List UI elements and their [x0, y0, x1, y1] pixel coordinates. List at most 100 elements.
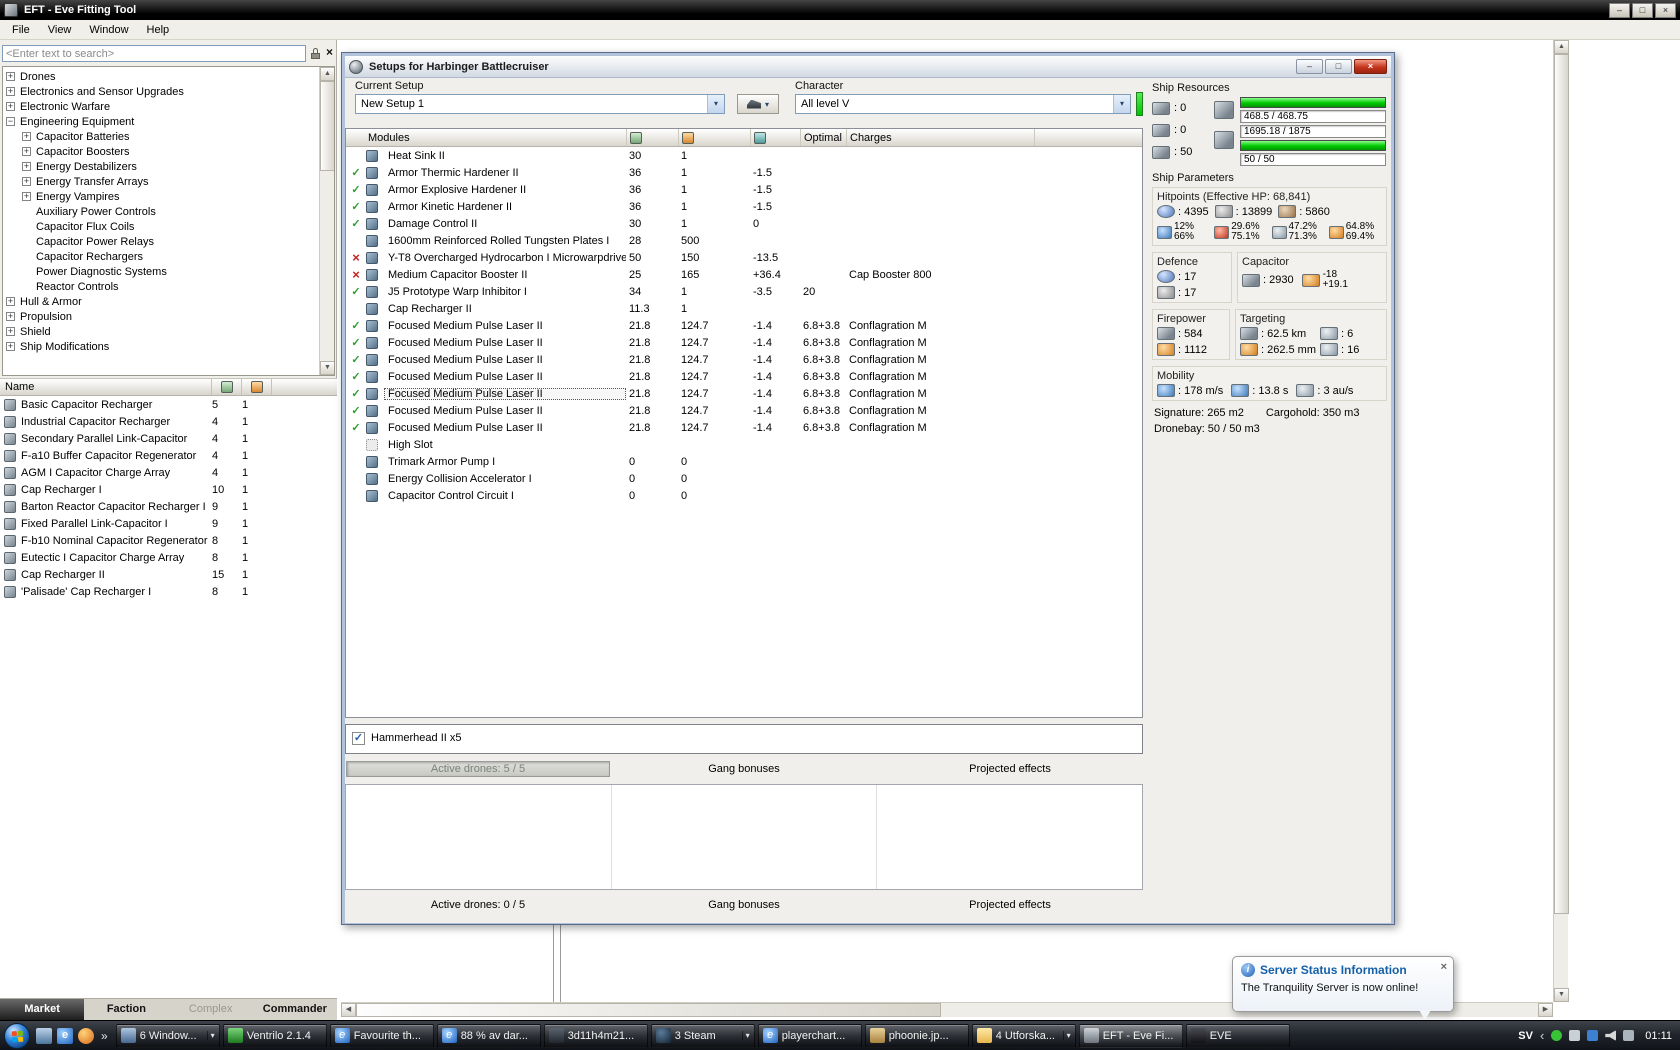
search-input[interactable] — [2, 45, 306, 62]
tree-toggle-icon[interactable] — [22, 192, 31, 201]
taskbar-button[interactable]: 6 Window... ▾ — [115, 1023, 220, 1048]
result-row[interactable]: Cap Recharger II 15 1 — [0, 566, 337, 583]
module-row[interactable]: Focused Medium Pulse Laser II 21.8 124.7… — [346, 402, 1142, 419]
quicklaunch-overflow-icon[interactable]: » — [101, 1029, 108, 1043]
setup-close-button[interactable]: × — [1354, 59, 1387, 74]
result-row[interactable]: AGM I Capacitor Charge Array 4 1 — [0, 464, 337, 481]
result-row[interactable]: Secondary Parallel Link-Capacitor 4 1 — [0, 430, 337, 447]
search-close-icon[interactable]: × — [323, 45, 336, 60]
tree-item[interactable]: Capacitor Power Relays — [3, 234, 318, 249]
result-row[interactable]: Eutectic I Capacitor Charge Array 8 1 — [0, 549, 337, 566]
tree-item[interactable]: Auxiliary Power Controls — [3, 204, 318, 219]
tree-toggle-icon[interactable] — [6, 117, 15, 126]
tree-toggle-icon[interactable] — [6, 297, 15, 306]
menu-item[interactable]: Window — [80, 22, 137, 38]
module-row[interactable]: 1600mm Reinforced Rolled Tungsten Plates… — [346, 232, 1142, 249]
volume-icon[interactable] — [1605, 1030, 1617, 1041]
taskbar-button[interactable]: Ventrilo 2.1.4 ▾ — [222, 1023, 327, 1048]
scroll-down-icon[interactable]: ▼ — [320, 361, 334, 375]
tree-item[interactable]: Power Diagnostic Systems — [3, 264, 318, 279]
result-row[interactable]: F-a10 Buffer Capacitor Regenerator 4 1 — [0, 447, 337, 464]
tree-toggle-icon[interactable] — [6, 102, 15, 111]
result-row[interactable]: Cap Recharger I 10 1 — [0, 481, 337, 498]
tree-item[interactable]: Drones — [3, 69, 318, 84]
setup-window-titlebar[interactable]: Setups for Harbinger Battlecruiser – □ × — [345, 56, 1391, 78]
tray-messenger-icon[interactable] — [1569, 1030, 1581, 1041]
balloon-close-icon[interactable]: × — [1441, 961, 1447, 973]
tree-item[interactable]: Reactor Controls — [3, 279, 318, 294]
tree-toggle-icon[interactable] — [22, 132, 31, 141]
setup-minimize-button[interactable]: – — [1296, 59, 1323, 74]
module-row[interactable]: Armor Explosive Hardener II 36 1 -1.5 — [346, 181, 1142, 198]
tree-item[interactable]: Energy Vampires — [3, 189, 318, 204]
tree-toggle-icon[interactable] — [22, 147, 31, 156]
tree-item[interactable]: Capacitor Rechargers — [3, 249, 318, 264]
group-expand-icon[interactable]: ▾ — [741, 1031, 750, 1040]
module-row[interactable]: Focused Medium Pulse Laser II 21.8 124.7… — [346, 419, 1142, 436]
drone-row[interactable]: Hammerhead II x5 — [346, 729, 1142, 747]
taskbar-button[interactable]: Favourite th... ▾ — [329, 1023, 434, 1048]
module-row[interactable]: High Slot — [346, 436, 1142, 453]
horizontal-scrollbar-thumb[interactable] — [356, 1003, 941, 1017]
capacitor-column-header[interactable] — [750, 129, 800, 146]
tree-item[interactable]: Energy Transfer Arrays — [3, 174, 318, 189]
tray-collapse-icon[interactable]: ‹ — [1540, 1028, 1544, 1043]
tree-toggle-icon[interactable] — [6, 327, 15, 336]
taskbar-button[interactable]: phoonie.jp... ▾ — [864, 1023, 969, 1048]
taskbar-button[interactable]: 3d11h4m21... ▾ — [543, 1023, 648, 1048]
gang-bonuses-panel[interactable] — [612, 785, 878, 889]
menu-item[interactable]: Help — [138, 22, 179, 38]
group-expand-icon[interactable]: ▾ — [206, 1031, 215, 1040]
result-row[interactable]: Industrial Capacitor Recharger 4 1 — [0, 413, 337, 430]
tree-item[interactable]: Electronic Warfare — [3, 99, 318, 114]
current-setup-select[interactable]: New Setup 1 ▾ — [355, 94, 725, 114]
powergrid-column-header[interactable] — [678, 129, 750, 146]
active-drones-panel[interactable] — [346, 785, 612, 889]
modules-column-header[interactable]: Modules — [346, 132, 626, 144]
group-expand-icon[interactable]: ▾ — [1062, 1031, 1071, 1040]
module-row[interactable]: J5 Prototype Warp Inhibitor I 34 1 -3.5 … — [346, 283, 1142, 300]
tree-toggle-icon[interactable] — [6, 72, 15, 81]
menu-item[interactable]: File — [3, 22, 39, 38]
slot-column-header[interactable] — [242, 379, 272, 395]
taskbar-button[interactable]: 4 Utforska... ▾ — [971, 1023, 1076, 1048]
language-indicator[interactable]: SV — [1518, 1030, 1533, 1042]
module-row[interactable]: Energy Collision Accelerator I 0 0 — [346, 470, 1142, 487]
tree-toggle-icon[interactable] — [22, 177, 31, 186]
tree-toggle-icon[interactable] — [6, 312, 15, 321]
show-desktop-icon[interactable] — [36, 1027, 52, 1044]
tree-toggle-icon[interactable] — [6, 87, 15, 96]
result-row[interactable]: 'Palisade' Cap Recharger I 8 1 — [0, 583, 337, 600]
module-row[interactable]: Damage Control II 30 1 0 — [346, 215, 1142, 232]
vertical-scrollbar[interactable]: ▲ ▼ — [1553, 40, 1569, 1002]
tree-item[interactable]: Electronics and Sensor Upgrades — [3, 84, 318, 99]
lock-icon[interactable] — [309, 46, 322, 61]
tree-item[interactable]: Energy Destabilizers — [3, 159, 318, 174]
tree-item[interactable]: Engineering Equipment — [3, 114, 318, 129]
scroll-right-icon[interactable]: ▶ — [1538, 1003, 1553, 1017]
module-row[interactable]: Armor Kinetic Hardener II 36 1 -1.5 — [346, 198, 1142, 215]
result-row[interactable]: Barton Reactor Capacitor Recharger I 9 1 — [0, 498, 337, 515]
combo-dropdown-icon[interactable]: ▾ — [707, 95, 724, 113]
module-row[interactable]: Focused Medium Pulse Laser II 21.8 124.7… — [346, 334, 1142, 351]
scroll-left-icon[interactable]: ◀ — [341, 1003, 356, 1017]
close-button[interactable]: × — [1655, 2, 1676, 18]
taskbar-button[interactable]: EFT - Eve Fi... ▾ — [1078, 1023, 1183, 1048]
tree-item[interactable]: Capacitor Flux Coils — [3, 219, 318, 234]
module-row[interactable]: Capacitor Control Circuit I 0 0 — [346, 487, 1142, 504]
maximize-button[interactable]: □ — [1632, 2, 1653, 18]
results-header[interactable]: Name — [0, 378, 337, 396]
tree-item[interactable]: Capacitor Batteries — [3, 129, 318, 144]
tree-item[interactable]: Shield — [3, 324, 318, 339]
module-row[interactable]: Y-T8 Overcharged Hydrocarbon I Microwarp… — [346, 249, 1142, 266]
module-row[interactable]: Armor Thermic Hardener II 36 1 -1.5 — [346, 164, 1142, 181]
module-row[interactable]: Focused Medium Pulse Laser II 21.8 124.7… — [346, 385, 1142, 402]
tree-item[interactable]: Ship Modifications — [3, 339, 318, 354]
tree-toggle-icon[interactable] — [6, 342, 15, 351]
source-tab[interactable]: Faction — [84, 999, 168, 1020]
taskbar-button[interactable]: EVE ▾ — [1185, 1023, 1290, 1048]
tree-item[interactable]: Hull & Armor — [3, 294, 318, 309]
tree-toggle-icon[interactable] — [22, 162, 31, 171]
tree-item[interactable]: Capacitor Boosters — [3, 144, 318, 159]
meta-column-header[interactable] — [212, 379, 242, 395]
